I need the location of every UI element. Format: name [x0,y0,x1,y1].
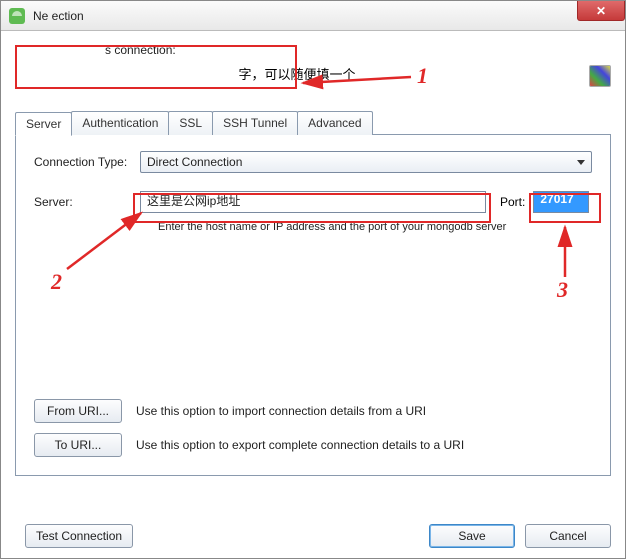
titlebar: Ne ection ✕ [1,1,625,31]
save-button[interactable]: Save [429,524,515,548]
tab-server[interactable]: Server [15,112,72,136]
port-label: Port: [500,195,525,209]
connection-type-label: Connection Type: [34,155,140,169]
server-hint: Enter the host name or IP address and th… [158,221,592,233]
tabs: Server Authentication SSL SSH Tunnel Adv… [15,111,611,135]
to-uri-text: Use this option to export complete conne… [136,438,464,452]
close-button[interactable]: ✕ [577,1,625,21]
server-host-input[interactable]: 这里是公网ip地址 [140,191,486,213]
cancel-button[interactable]: Cancel [525,524,611,548]
to-uri-button[interactable]: To URI... [34,433,122,457]
server-label: Server: [34,195,140,209]
tab-ssl[interactable]: SSL [168,111,213,135]
connection-type-value: Direct Connection [147,155,242,169]
tab-advanced[interactable]: Advanced [297,111,372,135]
server-panel: Connection Type: Direct Connection Serve… [15,134,611,476]
connection-name-input[interactable]: 字，可以随便填一个 [15,63,579,89]
connection-type-select[interactable]: Direct Connection [140,151,592,173]
close-icon: ✕ [596,4,606,18]
test-connection-button[interactable]: Test Connection [25,524,133,548]
from-uri-text: Use this option to import connection det… [136,404,426,418]
from-uri-button[interactable]: From URI... [34,399,122,423]
tab-ssh-tunnel[interactable]: SSH Tunnel [212,111,298,135]
server-port-input[interactable]: 27017 [533,191,589,213]
window-title: Ne ection [33,9,84,23]
tab-authentication[interactable]: Authentication [71,111,169,135]
color-picker-button[interactable] [589,65,611,87]
connection-name-label: s connection: [15,43,611,57]
app-icon [9,8,25,24]
